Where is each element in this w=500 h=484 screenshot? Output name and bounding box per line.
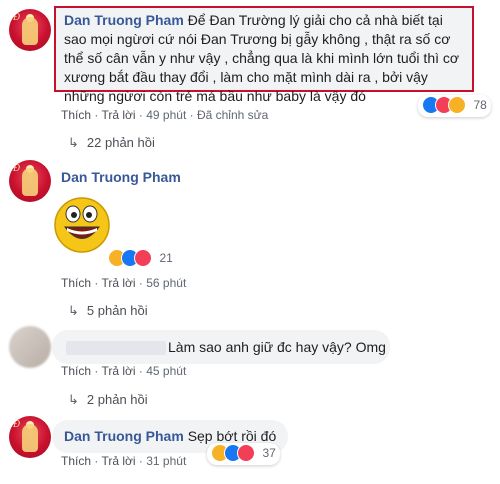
blurred-avatar[interactable] <box>9 326 51 368</box>
reply-link[interactable]: Trả lời <box>101 108 135 122</box>
replies-count: 5 phản hồi <box>86 303 148 318</box>
grinning-face-sticker[interactable] <box>53 194 111 254</box>
comment-author[interactable]: Dan Truong Pham <box>61 169 181 185</box>
like-link[interactable]: Thích <box>61 276 91 290</box>
comment-time[interactable]: 49 phút <box>146 108 186 122</box>
avatar-figure-body <box>22 17 38 45</box>
avatar-figure-body <box>22 424 38 452</box>
comment-author[interactable]: Dan Truong Pham <box>64 12 184 28</box>
comment-time[interactable]: 45 phút <box>146 364 186 378</box>
reaction-count: 78 <box>473 98 487 113</box>
comment-bubble-highlighted: Dan Truong Pham Để Đan Trường lý giải ch… <box>54 6 474 104</box>
love-reaction-icon <box>134 249 152 267</box>
author-avatar[interactable]: Đ <box>9 416 51 458</box>
view-replies[interactable]: ↳ 2 phản hồi <box>68 392 148 408</box>
comment-text: Làm sao anh giữ đc hay vậy? Omg <box>168 339 386 355</box>
comment-text: Sẹp bớt rồi đó <box>187 428 277 444</box>
author-avatar[interactable]: Đ <box>9 9 51 51</box>
reaction-summary[interactable]: 21 <box>108 249 173 267</box>
comment-actions: Thích · Trả lời · 31 phút <box>61 454 187 468</box>
comment-author-line: Dan Truong Pham <box>61 168 181 187</box>
blurred-author-name <box>66 341 166 355</box>
reaction-summary[interactable]: 78 <box>418 95 491 117</box>
reply-arrow-icon: ↳ <box>68 392 79 407</box>
love-reaction-icon <box>237 444 255 462</box>
like-link[interactable]: Thích <box>61 364 91 378</box>
comment-author[interactable]: Dan Truong Pham <box>64 428 184 444</box>
replies-count: 2 phản hồi <box>86 392 148 407</box>
avatar-monogram-icon: Đ <box>13 420 21 430</box>
reaction-count: 21 <box>159 251 173 266</box>
edited-label: Đã chỉnh sửa <box>196 108 269 122</box>
like-link[interactable]: Thích <box>61 454 91 468</box>
avatar-monogram-icon: Đ <box>13 13 21 23</box>
comment-actions: Thích · Trả lời · 49 phút · Đã chỉnh sửa <box>61 108 269 122</box>
avatar-figure-body <box>22 168 38 196</box>
comment-time[interactable]: 31 phút <box>146 454 186 468</box>
author-avatar[interactable]: Đ <box>9 160 51 202</box>
comment-bubble: Làm sao anh giữ đc hay vậy? Omg <box>52 330 390 364</box>
comment-actions: Thích · Trả lời · 56 phút <box>61 276 187 290</box>
reply-link[interactable]: Trả lời <box>101 364 135 378</box>
avatar-monogram-icon: Đ <box>13 164 21 174</box>
replies-count: 22 phản hồi <box>86 135 155 150</box>
view-replies[interactable]: ↳ 5 phản hồi <box>68 303 148 319</box>
comment-actions: Thích · Trả lời · 45 phút <box>61 364 187 378</box>
haha-reaction-icon <box>448 96 466 114</box>
view-replies[interactable]: ↳ 22 phản hồi <box>68 135 155 151</box>
reaction-count: 37 <box>262 446 276 461</box>
reply-arrow-icon: ↳ <box>68 303 79 318</box>
reply-link[interactable]: Trả lời <box>101 454 135 468</box>
comment-time[interactable]: 56 phút <box>146 276 186 290</box>
reply-link[interactable]: Trả lời <box>101 276 135 290</box>
reply-arrow-icon: ↳ <box>68 135 79 150</box>
reaction-summary[interactable]: 37 <box>207 443 280 465</box>
like-link[interactable]: Thích <box>61 108 91 122</box>
